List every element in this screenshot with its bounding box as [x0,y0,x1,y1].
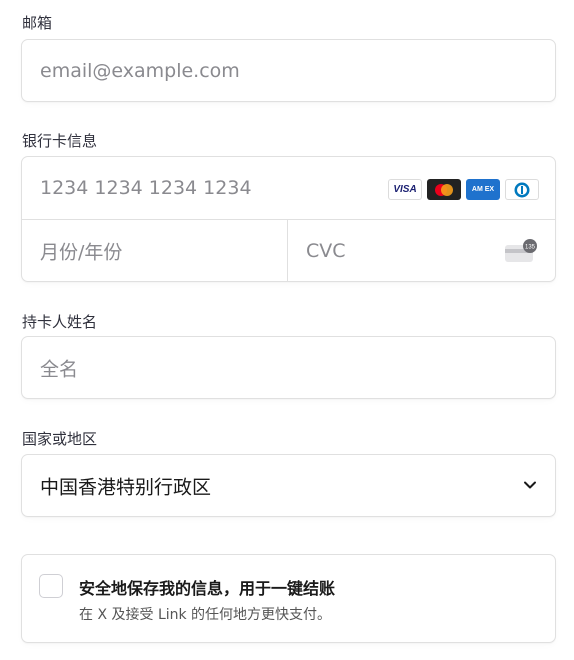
country-value: 中国香港特别行政区 [40,476,212,498]
country-label: 国家或地区 [22,430,98,448]
expiry-placeholder: 月份/年份 [40,241,123,264]
country-select[interactable]: 中国香港特别行政区 [21,454,556,517]
cvc-card-icon: 135 [505,239,537,262]
cardholder-input[interactable]: 全名 [21,336,556,399]
visa-icon: VISA [388,179,422,200]
card-info-group: 1234 1234 1234 1234 VISA AM EX 月份/年份 CVC… [21,156,556,282]
cvc-input[interactable]: CVC 135 [288,220,556,282]
save-info-checkbox[interactable] [39,574,63,598]
cardholder-placeholder: 全名 [40,358,79,380]
email-input[interactable]: email@example.com [21,39,556,102]
expiry-input[interactable]: 月份/年份 [22,220,288,282]
visa-text: VISA [393,184,417,195]
mastercard-icon [427,179,461,200]
card-number-input[interactable]: 1234 1234 1234 1234 VISA AM EX [22,157,555,220]
email-label: 邮箱 [22,14,53,32]
card-info-label: 银行卡信息 [22,132,98,150]
save-info-subtitle: 在 X 及接受 Link 的任何地方更快支付。 [79,607,332,623]
save-info-title: 安全地保存我的信息，用于一键结账 [79,579,336,598]
amex-text: AM EX [471,186,495,193]
card-number-placeholder: 1234 1234 1234 1234 [40,177,252,199]
save-info-card: 安全地保存我的信息，用于一键结账 在 X 及接受 Link 的任何地方更快支付。 [21,554,556,643]
cvc-placeholder: CVC [306,240,346,262]
card-brand-icons: VISA AM EX [388,179,539,200]
chevron-down-icon [524,481,536,489]
email-placeholder: email@example.com [40,59,240,82]
amex-icon: AM EX [466,179,500,200]
cardholder-label: 持卡人姓名 [22,313,98,331]
cvc-icon-text: 135 [525,245,536,251]
diners-club-icon [505,179,539,200]
